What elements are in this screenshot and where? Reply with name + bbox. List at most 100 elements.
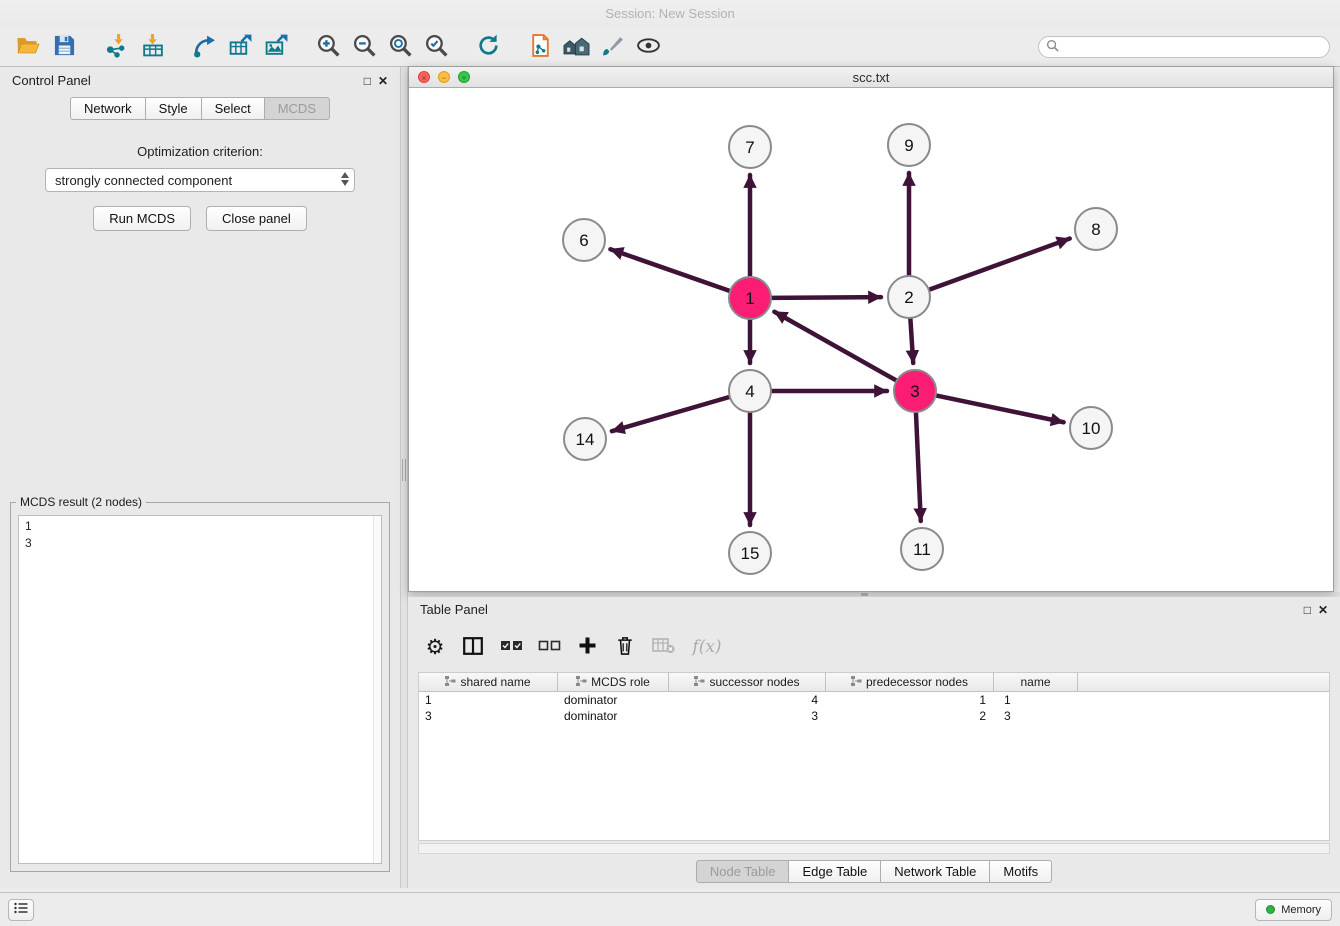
gear-icon: ⚙: [426, 637, 445, 658]
network-window-title: scc.txt: [409, 70, 1333, 85]
tab-style[interactable]: Style: [145, 97, 202, 120]
node-11[interactable]: 11: [901, 528, 943, 570]
node-9[interactable]: 9: [888, 124, 930, 166]
refresh-view-button[interactable]: [470, 31, 506, 63]
function-builder-button: f(x): [686, 633, 728, 661]
edge-4-14[interactable]: [612, 397, 729, 431]
svg-text:7: 7: [745, 138, 754, 157]
run-mcds-button[interactable]: Run MCDS: [93, 206, 191, 231]
cell-predecessor-nodes[interactable]: 2: [826, 708, 994, 724]
show-console-button[interactable]: [8, 899, 34, 921]
node-2[interactable]: 2: [888, 276, 930, 318]
export-table-button[interactable]: [222, 31, 258, 63]
cell-name[interactable]: 3: [994, 708, 1078, 724]
column-header-shared-name[interactable]: shared name: [419, 673, 558, 691]
splitter-grip: [861, 593, 868, 596]
search-input[interactable]: [1064, 40, 1322, 54]
table-panel-tabs: Node Table Edge Table Network Table Moti…: [408, 854, 1340, 888]
vertical-splitter[interactable]: [400, 67, 408, 888]
edge-1-2[interactable]: [772, 297, 881, 298]
minimize-window-button[interactable]: −: [438, 71, 450, 83]
horizontal-scrollbar[interactable]: [418, 843, 1330, 854]
node-6[interactable]: 6: [563, 219, 605, 261]
search-box: [1038, 36, 1330, 58]
mcds-result-list[interactable]: 1 3: [18, 515, 382, 864]
show-columns-button[interactable]: [458, 633, 488, 661]
node-8[interactable]: 8: [1075, 208, 1117, 250]
tab-network-table[interactable]: Network Table: [880, 860, 990, 883]
node-10[interactable]: 10: [1070, 407, 1112, 449]
deselect-all-button[interactable]: [534, 633, 564, 661]
zoom-selected-button[interactable]: [418, 31, 454, 63]
close-panel-icon[interactable]: ✕: [378, 75, 388, 87]
cell-successor-nodes[interactable]: 3: [669, 708, 826, 724]
cell-shared-name[interactable]: 3: [419, 708, 558, 724]
cell-predecessor-nodes[interactable]: 1: [826, 692, 994, 708]
show-hide-button[interactable]: [630, 31, 666, 63]
memory-button[interactable]: Memory: [1255, 899, 1332, 921]
node-7[interactable]: 7: [729, 126, 771, 168]
node-14[interactable]: 14: [564, 418, 606, 460]
import-table-button[interactable]: [134, 31, 170, 63]
export-image-button[interactable]: [258, 31, 294, 63]
control-panel-title: Control Panel: [12, 73, 91, 88]
float-panel-icon[interactable]: □: [364, 75, 371, 87]
column-header-successor-nodes[interactable]: successor nodes: [669, 673, 826, 691]
network-document-button[interactable]: [522, 31, 558, 63]
select-all-button[interactable]: [496, 633, 526, 661]
tab-motifs[interactable]: Motifs: [989, 860, 1052, 883]
edge-3-11[interactable]: [916, 413, 921, 521]
network-canvas[interactable]: 7 9 6 8 1 2 4 3 14 10 15 11: [409, 89, 1333, 591]
node-4[interactable]: 4: [729, 370, 771, 412]
edge-3-1[interactable]: [774, 312, 895, 380]
cell-name[interactable]: 1: [994, 692, 1078, 708]
cell-shared-name[interactable]: 1: [419, 692, 558, 708]
search-icon: [1046, 39, 1059, 55]
table-row[interactable]: 3 dominator 3 2 3: [419, 708, 1329, 724]
node-1[interactable]: 1: [729, 277, 771, 319]
zoom-fit-button[interactable]: [382, 31, 418, 63]
network-from-selection-button[interactable]: [186, 31, 222, 63]
node-table: shared name MCDS role successor nodes pr…: [418, 672, 1330, 841]
table-row[interactable]: 1 dominator 4 1 1: [419, 692, 1329, 708]
cell-mcds-role[interactable]: dominator: [558, 692, 669, 708]
tab-select[interactable]: Select: [201, 97, 265, 120]
edge-2-8[interactable]: [930, 239, 1070, 290]
import-network-button[interactable]: [98, 31, 134, 63]
network-window-titlebar[interactable]: scc.txt × − +: [409, 67, 1333, 88]
edge-1-6[interactable]: [610, 249, 729, 291]
column-header-name[interactable]: name: [994, 673, 1078, 691]
optimization-criterion-label: Optimization criterion:: [0, 144, 400, 159]
column-header-predecessor-nodes[interactable]: predecessor nodes: [826, 673, 994, 691]
zoom-window-button[interactable]: +: [458, 71, 470, 83]
close-window-button[interactable]: ×: [418, 71, 430, 83]
float-panel-icon[interactable]: □: [1304, 604, 1311, 616]
column-header-mcds-role[interactable]: MCDS role: [558, 673, 669, 691]
node-3[interactable]: 3: [894, 370, 936, 412]
close-panel-icon[interactable]: ✕: [1318, 604, 1328, 616]
houses-icon: [563, 33, 590, 61]
criterion-dropdown[interactable]: strongly connected component: [45, 168, 355, 192]
close-panel-button[interactable]: Close panel: [206, 206, 307, 231]
node-15[interactable]: 15: [729, 532, 771, 574]
edge-2-3[interactable]: [910, 319, 913, 363]
delete-row-button[interactable]: [610, 633, 640, 661]
open-file-button[interactable]: [10, 31, 46, 63]
tab-node-table[interactable]: Node Table: [696, 860, 790, 883]
apply-style-button[interactable]: [594, 31, 630, 63]
save-session-button[interactable]: [46, 31, 82, 63]
svg-text:6: 6: [579, 231, 588, 250]
save-icon: [53, 34, 76, 60]
main-toolbar: [0, 28, 1340, 67]
zoom-out-button[interactable]: [346, 31, 382, 63]
zoom-in-button[interactable]: [310, 31, 346, 63]
cell-successor-nodes[interactable]: 4: [669, 692, 826, 708]
tab-edge-table[interactable]: Edge Table: [788, 860, 881, 883]
tab-network[interactable]: Network: [70, 97, 146, 120]
cell-mcds-role[interactable]: dominator: [558, 708, 669, 724]
add-row-button[interactable]: [572, 633, 602, 661]
first-neighbors-button[interactable]: [558, 31, 594, 63]
tab-mcds[interactable]: MCDS: [264, 97, 330, 120]
edge-3-10[interactable]: [937, 396, 1064, 423]
column-settings-button[interactable]: ⚙: [420, 633, 450, 661]
